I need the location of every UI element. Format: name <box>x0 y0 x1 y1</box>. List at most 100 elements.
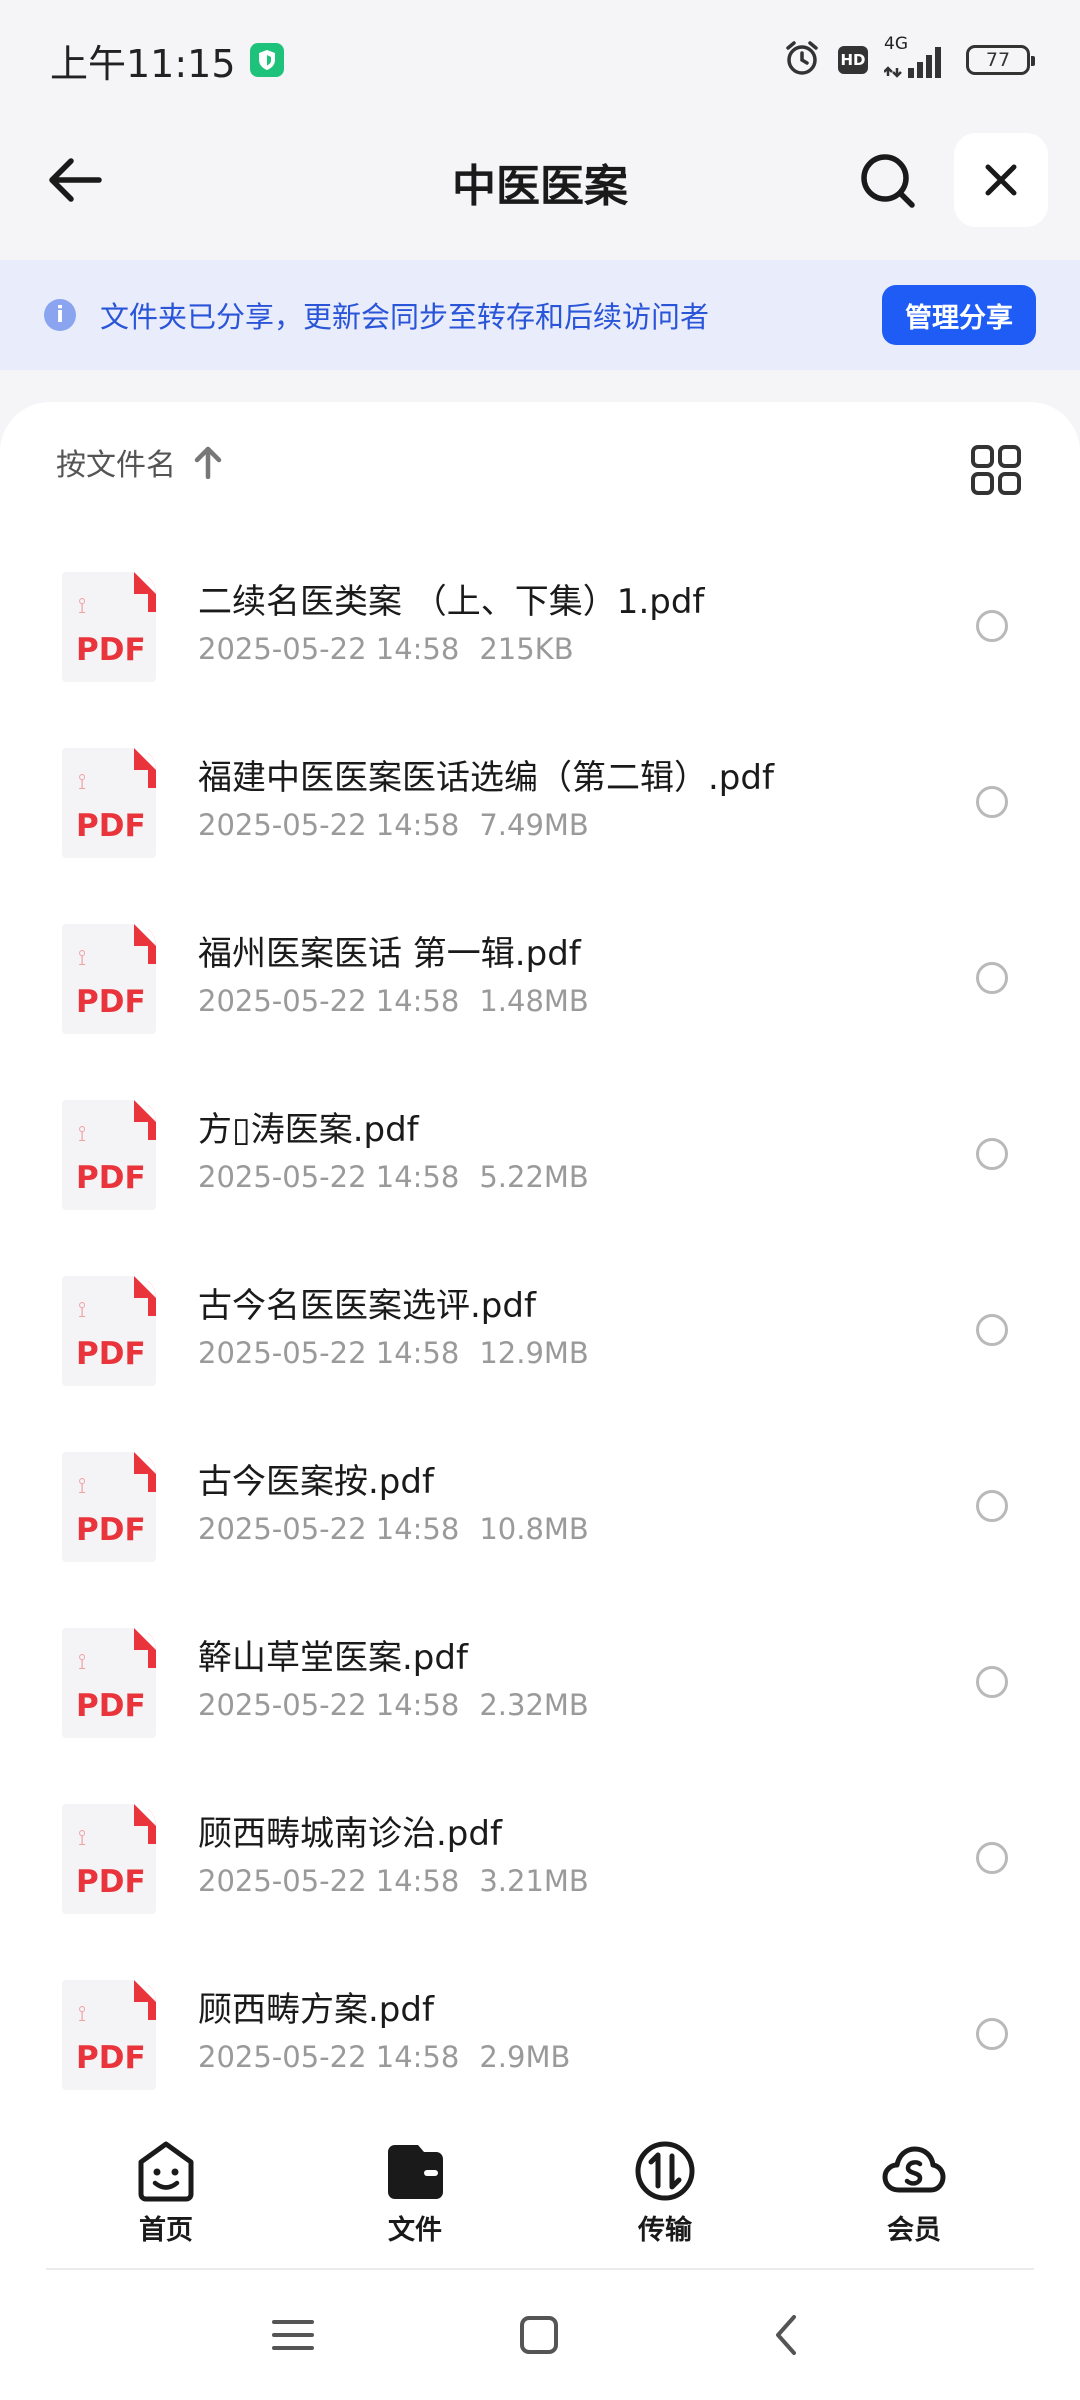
search-icon <box>861 154 915 208</box>
file-size: 10.8MB <box>479 1512 589 1546</box>
file-date: 2025-05-22 14:58 <box>198 1336 460 1370</box>
status-time: 上午11:15 <box>50 41 236 86</box>
file-list: ⟟ PDF 二续名医类案 （上、下集）1.pdf 2025-05-22 14:58… <box>0 550 1080 2134</box>
select-checkbox[interactable] <box>976 1666 1008 1698</box>
acrobat-icon: ⟟ <box>78 2002 87 2027</box>
sort-by-name-button[interactable]: 按文件名 <box>56 440 222 484</box>
file-size: 7.49MB <box>479 808 589 842</box>
file-date: 2025-05-22 14:58 <box>198 2040 460 2074</box>
file-name: 簳山草堂医案.pdf <box>198 1638 468 1678</box>
file-size: 215KB <box>479 632 574 666</box>
acrobat-icon: ⟟ <box>78 770 87 795</box>
file-size: 1.48MB <box>479 984 589 1018</box>
acrobat-icon: ⟟ <box>78 1298 87 1323</box>
alarm-icon <box>782 38 822 82</box>
file-name: 福建中医医案医话选编（第二辑）.pdf <box>198 758 774 798</box>
file-name: 古今医案按.pdf <box>198 1462 434 1502</box>
pdf-file-icon: ⟟ PDF <box>62 748 156 858</box>
select-checkbox[interactable] <box>976 1842 1008 1874</box>
nav-membership[interactable]: 会员 <box>854 2138 974 2258</box>
close-icon <box>985 164 1017 196</box>
acrobat-icon: ⟟ <box>78 946 87 971</box>
home-button[interactable] <box>514 2310 564 2360</box>
bottom-nav: 首页 文件 传输 会员 <box>0 2102 1080 2272</box>
cellular-signal-icon: 4G <box>884 34 950 80</box>
nav-label: 文件 <box>388 2215 442 2246</box>
file-meta: 2025-05-22 14:58 2.32MB <box>198 1688 589 1722</box>
file-row[interactable]: ⟟ PDF 古今名医医案选评.pdf 2025-05-22 14:58 12.9MB <box>0 1254 1080 1430</box>
acrobat-icon: ⟟ <box>78 1650 87 1675</box>
file-meta: 2025-05-22 14:58 10.8MB <box>198 1512 589 1546</box>
nav-home[interactable]: 首页 <box>106 2138 226 2258</box>
file-row[interactable]: ⟟ PDF 古今医案按.pdf 2025-05-22 14:58 10.8MB <box>0 1430 1080 1606</box>
file-row[interactable]: ⟟ PDF 顾西畴城南诊治.pdf 2025-05-22 14:58 3.21MB <box>0 1782 1080 1958</box>
pdf-file-icon: ⟟ PDF <box>62 1804 156 1914</box>
file-meta: 2025-05-22 14:58 5.22MB <box>198 1160 589 1194</box>
select-checkbox[interactable] <box>976 2018 1008 2050</box>
battery-icon: 77 <box>966 45 1035 75</box>
select-checkbox[interactable] <box>976 610 1008 642</box>
transfer-icon <box>635 2141 695 2201</box>
select-checkbox[interactable] <box>976 1490 1008 1522</box>
square-icon <box>520 2316 558 2354</box>
select-checkbox[interactable] <box>976 786 1008 818</box>
select-checkbox[interactable] <box>976 962 1008 994</box>
menu-icon <box>272 2320 314 2350</box>
acrobat-icon: ⟟ <box>78 594 87 619</box>
cloud-vip-icon <box>882 2146 946 2193</box>
pdf-file-icon: ⟟ PDF <box>62 1628 156 1738</box>
file-list-card: 按文件名 ⟟ PDF 二续名医类案 （上、下集）1.pdf 2025-05-22 … <box>0 402 1080 2102</box>
file-date: 2025-05-22 14:58 <box>198 1864 460 1898</box>
status-right: HD 4G 77 <box>782 34 1035 82</box>
grid-icon <box>971 445 1021 495</box>
file-size: 5.22MB <box>479 1160 589 1194</box>
grid-view-button[interactable] <box>970 444 1022 496</box>
file-meta: 2025-05-22 14:58 2.9MB <box>198 2040 570 2074</box>
battery-level: 77 <box>985 49 1011 71</box>
nav-divider <box>46 2268 1034 2270</box>
file-date: 2025-05-22 14:58 <box>198 1688 460 1722</box>
info-icon: i <box>44 299 76 331</box>
file-meta: 2025-05-22 14:58 7.49MB <box>198 808 589 842</box>
status-left: 上午11:15 <box>50 33 284 88</box>
status-bar: 上午11:15 HD 4G 77 <box>0 0 1080 120</box>
file-row[interactable]: ⟟ PDF 二续名医类案 （上、下集）1.pdf 2025-05-22 14:58… <box>0 550 1080 726</box>
nav-label: 传输 <box>638 2215 692 2246</box>
pdf-file-icon: ⟟ PDF <box>62 1980 156 2090</box>
pdf-file-icon: ⟟ PDF <box>62 1276 156 1386</box>
title-bar: 中医医案 <box>0 125 1080 235</box>
file-row[interactable]: ⟟ PDF 福州医案医话 第一辑.pdf 2025-05-22 14:58 1.48… <box>0 902 1080 1078</box>
close-button[interactable] <box>954 133 1048 227</box>
sort-label: 按文件名 <box>56 448 176 483</box>
nav-transfer[interactable]: 传输 <box>605 2138 725 2258</box>
hd-badge: HD <box>838 46 868 74</box>
file-row[interactable]: ⟟ PDF 簳山草堂医案.pdf 2025-05-22 14:58 2.32MB <box>0 1606 1080 1782</box>
file-date: 2025-05-22 14:58 <box>198 808 460 842</box>
pdf-file-icon: ⟟ PDF <box>62 1452 156 1562</box>
file-row[interactable]: ⟟ PDF 方▯涛医案.pdf 2025-05-22 14:58 5.22MB <box>0 1078 1080 1254</box>
nav-label: 会员 <box>887 2215 941 2246</box>
manage-share-button[interactable]: 管理分享 <box>882 285 1036 345</box>
file-name: 古今名医医案选评.pdf <box>198 1286 536 1326</box>
nav-files[interactable]: 文件 <box>355 2138 475 2258</box>
system-back-button[interactable] <box>762 2310 812 2360</box>
acrobat-icon: ⟟ <box>78 1826 87 1851</box>
select-checkbox[interactable] <box>976 1314 1008 1346</box>
file-meta: 2025-05-22 14:58 3.21MB <box>198 1864 589 1898</box>
file-date: 2025-05-22 14:58 <box>198 632 460 666</box>
file-name: 福州医案医话 第一辑.pdf <box>198 934 581 974</box>
file-date: 2025-05-22 14:58 <box>198 984 460 1018</box>
share-banner: i 文件夹已分享，更新会同步至转存和后续访问者 管理分享 <box>0 260 1080 370</box>
share-banner-text: 文件夹已分享，更新会同步至转存和后续访问者 <box>100 300 710 334</box>
search-button[interactable] <box>852 145 924 217</box>
recent-apps-button[interactable] <box>268 2310 318 2360</box>
file-size: 2.9MB <box>479 2040 571 2074</box>
file-meta: 2025-05-22 14:58 215KB <box>198 632 574 666</box>
file-meta: 2025-05-22 14:58 1.48MB <box>198 984 589 1018</box>
select-checkbox[interactable] <box>976 1138 1008 1170</box>
acrobat-icon: ⟟ <box>78 1122 87 1147</box>
folder-icon <box>388 2145 443 2199</box>
file-row[interactable]: ⟟ PDF 福建中医医案医话选编（第二辑）.pdf 2025-05-22 14:5… <box>0 726 1080 902</box>
file-name: 顾西畴城南诊治.pdf <box>198 1814 502 1854</box>
arrow-up-icon <box>194 446 222 479</box>
